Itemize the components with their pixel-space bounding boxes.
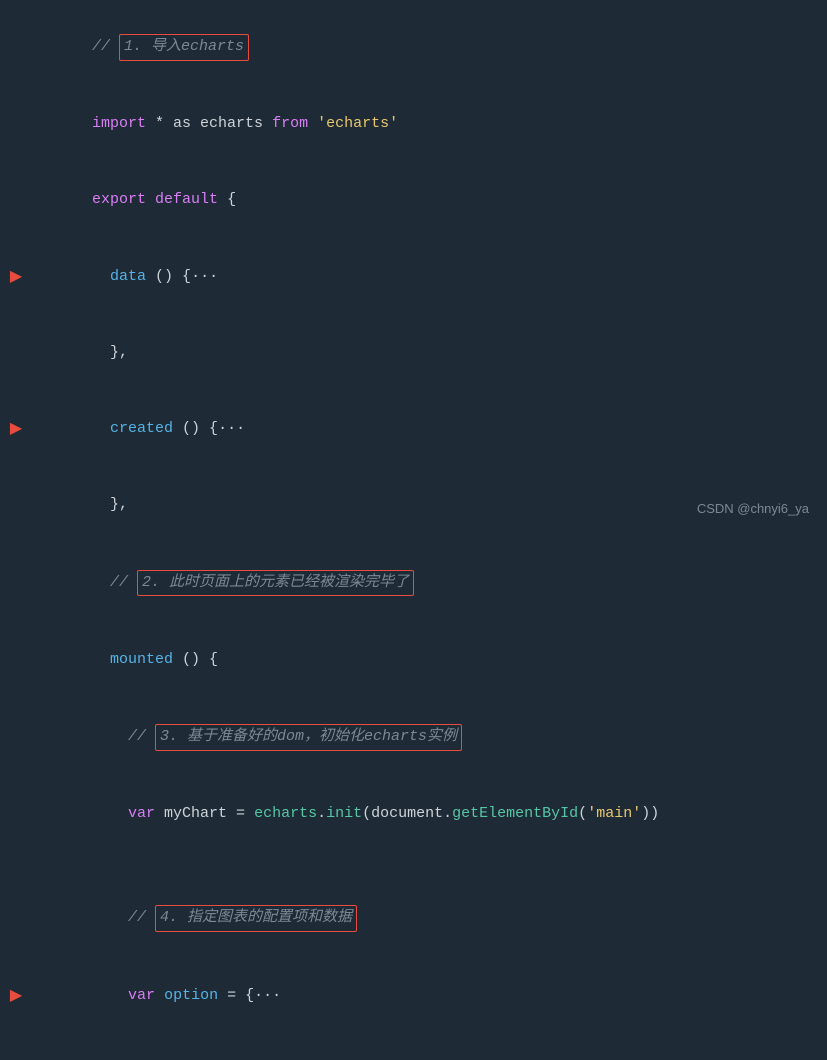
line-14: ▶ var option = {··· [0,958,827,1034]
comment-prefix-1: // [92,38,119,55]
indent-14 [92,987,128,1004]
kw-var-11: var [128,805,155,822]
code-3: export default { [32,164,827,238]
kw-default: default [155,191,218,208]
code-13: // 4. 指定图表的配置项和数据 [32,881,827,957]
code-10: // 3. 基于准备好的dom，初始化echarts实例 [32,699,827,775]
code-1: // 1. 导入echarts [32,9,827,85]
line-1: // 1. 导入echarts [0,8,827,86]
line-12 [0,853,827,880]
line-10: // 3. 基于准备好的dom，初始化echarts实例 [0,698,827,776]
line-5: }, [0,315,827,391]
arrow-14: ▶ [10,983,22,1009]
kw-created: created [110,420,173,437]
plain-9: () { [173,651,218,668]
line-15: } [0,1034,827,1060]
plain-14a [155,987,164,1004]
plain-11c: (document. [362,805,452,822]
plain-7: }, [92,496,128,513]
dots-14: ··· [254,987,281,1004]
code-15: } [32,1035,827,1060]
indent-4 [92,268,110,285]
plain-5: }, [92,344,128,361]
line-11: var myChart = echarts.init(document.getE… [0,777,827,853]
plain-6: () { [173,420,218,437]
dots-6: ··· [218,420,245,437]
code-6: created () {··· [32,392,827,466]
fn-init: init [326,805,362,822]
line-8: // 2. 此时页面上的元素已经被渲染完毕了 [0,544,827,622]
code-12 [32,854,827,879]
line-9: mounted () { [0,622,827,698]
arrow-4: ▶ [10,264,22,290]
comment-box-10: 3. 基于准备好的dom，初始化echarts实例 [155,724,462,751]
indent-9 [92,651,110,668]
plain-11a: myChart = [155,805,254,822]
code-8: // 2. 此时页面上的元素已经被渲染完毕了 [32,545,827,621]
code-editor: // 1. 导入echarts import * as echarts from… [0,0,827,1060]
plain-2a: * as echarts [146,115,272,132]
plain-3a [146,191,155,208]
arrow-6: ▶ [10,416,22,442]
plain-3b: { [218,191,236,208]
kw-export: export [92,191,146,208]
fn-echarts: echarts [254,805,317,822]
kw-from: from [272,115,308,132]
code-9: mounted () { [32,623,827,697]
comment-prefix-13: // [92,909,155,926]
plain-11e: )) [641,805,659,822]
code-5: }, [32,316,827,390]
kw-import: import [92,115,146,132]
kw-var-14: var [128,987,155,1004]
str-main: 'main' [587,805,641,822]
kw-option: option [164,987,218,1004]
plain-11b: . [317,805,326,822]
comment-box-8: 2. 此时页面上的元素已经被渲染完毕了 [137,570,414,597]
line-6: ▶ created () {··· [0,391,827,467]
gutter-14: ▶ [0,983,32,1009]
gutter-6: ▶ [0,416,32,442]
comment-box-1: 1. 导入echarts [119,34,249,61]
fn-getelem: getElementById [452,805,578,822]
str-echarts: 'echarts' [317,115,398,132]
watermark: CSDN @chnyi6_ya [697,501,809,516]
plain-14b: = { [218,987,254,1004]
kw-mounted: mounted [110,651,173,668]
plain-11d: ( [578,805,587,822]
code-14: var option = {··· [32,959,827,1033]
indent-6 [92,420,110,437]
kw-data: data [110,268,146,285]
dots-4: ··· [191,268,218,285]
comment-prefix-10: // [92,728,155,745]
indent-11 [92,805,128,822]
gutter-4: ▶ [0,264,32,290]
code-4: data () {··· [32,240,827,314]
plain-2b [308,115,317,132]
code-2: import * as echarts from 'echarts' [32,87,827,161]
line-3: export default { [0,163,827,239]
comment-box-13: 4. 指定图表的配置项和数据 [155,905,357,932]
line-4: ▶ data () {··· [0,239,827,315]
plain-4: () { [146,268,191,285]
line-2: import * as echarts from 'echarts' [0,86,827,162]
code-11: var myChart = echarts.init(document.getE… [32,778,827,852]
line-13: // 4. 指定图表的配置项和数据 [0,880,827,958]
comment-prefix-8: // [92,574,137,591]
